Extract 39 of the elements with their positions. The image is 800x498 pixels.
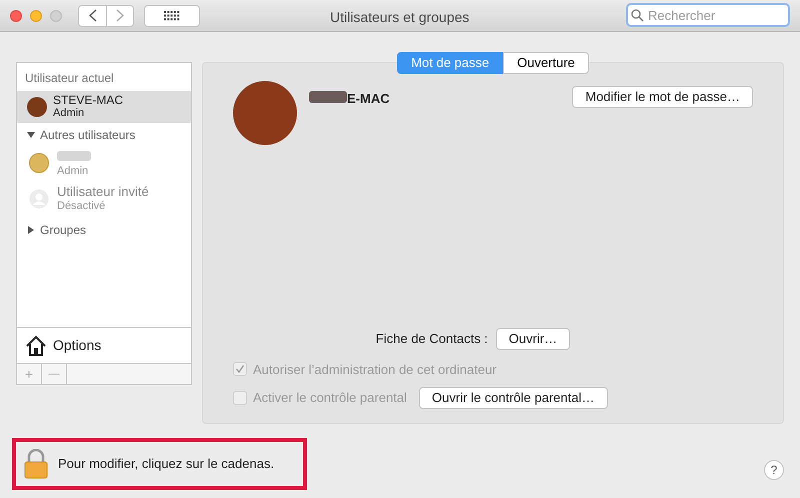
search-field[interactable]: Rechercher	[626, 3, 790, 28]
help-button[interactable]: ?	[764, 460, 784, 480]
window-title: Utilisateurs et groupes	[330, 8, 470, 27]
section-header: Utilisateur actuel	[24, 70, 115, 87]
blurred-name	[57, 150, 91, 160]
change-password-button[interactable]: Modifier le mot de passe…	[572, 86, 753, 108]
tab[interactable]: Ouverture	[503, 52, 589, 74]
minimize-icon[interactable]	[30, 10, 42, 22]
user-role: Désactivé	[57, 199, 106, 214]
chevron-left-icon	[88, 9, 96, 22]
back-button[interactable]	[78, 4, 107, 26]
house-icon	[25, 334, 47, 356]
checkmark-icon	[235, 364, 245, 374]
open-contacts-button[interactable]: Ouvrir…	[496, 328, 570, 350]
user-name: E-MAC	[347, 90, 390, 108]
user-name: STEVE-MAC	[53, 94, 124, 107]
user-name: Utilisateur invité	[57, 184, 149, 199]
disclosure-triangle-icon[interactable]	[27, 226, 35, 234]
lock-message: Pour modifier, cliquez sur le cadenas.	[58, 455, 274, 474]
checkbox-label: Activer le contrôle parental	[253, 389, 407, 408]
disclosure-triangle-icon[interactable]	[27, 131, 35, 139]
options-label[interactable]: Options	[53, 335, 102, 356]
search-icon	[631, 9, 644, 22]
show-all-button[interactable]	[144, 4, 200, 26]
avatar	[27, 97, 47, 117]
user-row[interactable]: STEVE-MAC Admin	[17, 91, 191, 123]
contacts-label: Fiche de Contacts :	[376, 330, 488, 348]
blurred-name	[309, 91, 347, 103]
chevron-right-icon	[116, 9, 124, 22]
checkbox-label: Autoriser l’administration de cet ordinateur	[253, 360, 497, 378]
section-header: Autres utilisateurs	[40, 127, 136, 144]
close-icon[interactable]	[10, 10, 22, 22]
padlock-icon[interactable]	[24, 449, 48, 479]
user-role: Admin	[57, 164, 90, 178]
section-header: Groupes	[40, 222, 86, 239]
grid-icon	[164, 10, 180, 20]
user-role: Admin	[53, 107, 86, 120]
zoom-icon	[50, 10, 62, 22]
avatar	[29, 153, 49, 173]
